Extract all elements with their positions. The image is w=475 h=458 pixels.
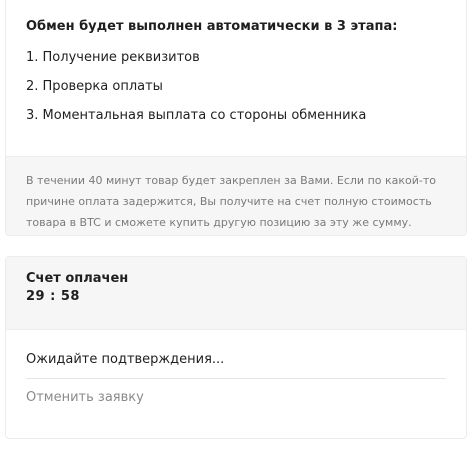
- exchange-steps-heading: Обмен будет выполнен автоматически в 3 э…: [26, 19, 398, 34]
- payment-status-header: Счет оплачен 29 : 58: [6, 257, 466, 330]
- payment-status-title: Счет оплачен: [26, 271, 129, 286]
- step-3: 3. Моментальная выплата со стороны обмен…: [26, 108, 367, 123]
- step-2: 2. Проверка оплаты: [26, 79, 163, 94]
- divider: [26, 378, 446, 379]
- waiting-confirmation-text: Ожидайте подтверждения...: [26, 352, 225, 367]
- countdown-timer: 29 : 58: [26, 289, 80, 304]
- exchange-steps-list: 1. Получение реквизитов 2. Проверка опла…: [26, 49, 366, 136]
- reservation-note: В течении 40 минут товар будет закреплен…: [6, 156, 466, 235]
- cancel-order-link[interactable]: Отменить заявку: [26, 389, 144, 407]
- step-1: 1. Получение реквизитов: [26, 50, 200, 65]
- exchange-info-card: Обмен будет выполнен автоматически в 3 э…: [5, 0, 467, 236]
- payment-status-card: Счет оплачен 29 : 58 Ожидайте подтвержде…: [5, 256, 467, 439]
